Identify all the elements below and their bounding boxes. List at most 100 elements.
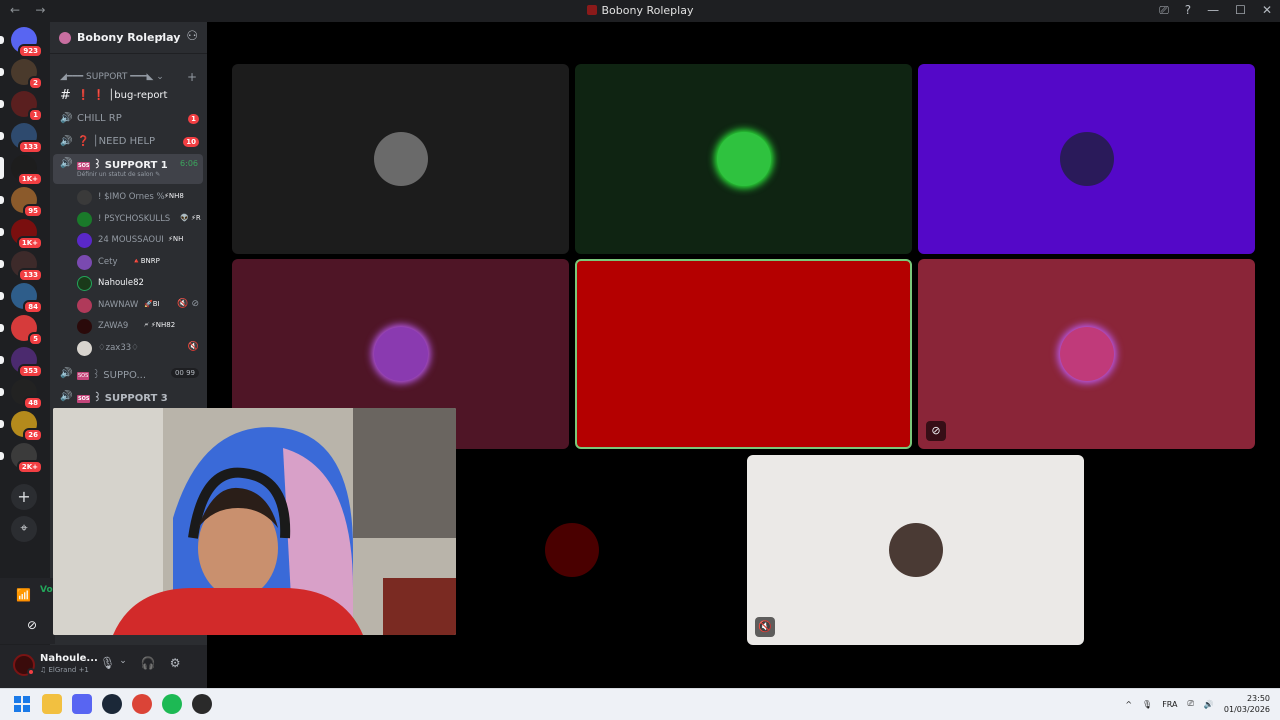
network-icon[interactable]: ⎚ [1188,699,1194,709]
maximize-icon[interactable]: ☐ [1235,3,1246,18]
voice-user-tag: 🚀BI [144,299,160,308]
server-icon-13[interactable]: 26 [0,411,43,442]
voice-user[interactable]: 24 MOUSSAOUI ⚡NH [77,231,202,251]
minimize-icon[interactable]: — [1207,3,1219,18]
avatar [77,211,92,227]
server-badge: 133 [18,140,43,154]
video-tile[interactable] [575,64,912,254]
voice-user[interactable]: ! PSYCHOSKULLS 👽 ⚡R [77,210,202,230]
volume-icon[interactable]: 🔊 [1204,700,1214,709]
server-icon-10[interactable]: 5 [0,315,43,346]
avatar [77,297,92,313]
add-channel-icon[interactable]: + [187,70,197,84]
server-icon-2[interactable]: 2 [0,59,43,90]
unread-pip [0,292,4,300]
channel-support-1[interactable]: 🔊 SOS ꒱ SUPPORT 1 6:06 Définir un statut … [53,154,203,184]
server-icon-5[interactable]: 1K+ [0,155,43,186]
voice-user[interactable]: Cety 🔺BNRP [77,253,202,273]
server-badge: 95 [23,204,43,218]
voice-user-name: 24 MOUSSAOUI [98,235,164,245]
windows-icon[interactable] [12,694,32,714]
voice-connection-panel: 📶 Voi ⊘ [0,578,56,644]
clock[interactable]: 23:50 01/03/2026 [1224,693,1270,715]
server-icon-14[interactable]: 2K+ [0,443,43,474]
add-server-button[interactable]: + [11,484,37,510]
user-activity: ♫ ElGrand +1 [40,666,89,674]
headset-icon[interactable]: 🎧 [141,656,156,670]
server-icon-4[interactable]: 133 [0,123,43,154]
user-panel: Nahoule... ♫ ElGrand +1 🎙 ⌄ 🎧 ⚙ [0,645,207,688]
inbox-icon[interactable]: ⎚ [1159,3,1169,18]
video-tile[interactable]: ⊘ [918,259,1255,449]
channel-chill-rp[interactable]: 🔊 CHILL RP 1 [53,109,203,129]
signal-icon[interactable]: 📶 [16,588,31,602]
voice-user-tag: ⚡NH [168,235,184,243]
voice-user-name: Nahoule82 [98,278,144,288]
participant-avatar [888,523,943,577]
video-off-icon[interactable]: ⊘ [27,618,37,632]
channel-support-2[interactable]: 🔊 SOS ꒱ SUPPO... 00 99 [53,364,203,384]
video-tile[interactable] [575,259,912,449]
server-icon-3[interactable]: 1 [0,91,43,122]
voice-channel-icon: 🔊 [60,136,73,147]
server-icon-9[interactable]: 84 [0,283,43,314]
channel-support-3[interactable]: 🔊 SOS ꒱ SUPPORT 3 [53,387,203,407]
video-tile[interactable]: 🔇 [747,455,1084,645]
webcam-overlay [53,408,456,635]
invite-icon[interactable]: ⚇ [186,29,198,44]
category-support[interactable]: ◢━━━ SUPPORT ━━━◣ ⌄ + [60,70,200,84]
chevron-down-icon[interactable]: ⌄ [119,656,127,670]
video-tile[interactable] [232,64,569,254]
explorer-icon[interactable] [42,694,62,714]
sos-badge: SOS [77,395,91,403]
participant-avatar [373,132,428,186]
muted-icon: 🔇 [187,341,199,352]
category-label: ◢━━━ SUPPORT ━━━◣ [60,72,154,82]
participant-avatar [1059,327,1114,381]
server-icon-7[interactable]: 1K+ [0,219,43,250]
microphone-icon[interactable]: 🎙 [100,656,115,670]
obs-icon[interactable] [192,694,212,714]
spotify-icon[interactable] [162,694,182,714]
voice-user[interactable]: NAWNAW 🚀BI 🔇 ⊘ [77,296,202,316]
clock-date: 01/03/2026 [1223,705,1270,714]
channel-label-text: ꒱ SUPPORT 3 [93,393,168,404]
unread-pip [0,420,4,428]
discord-icon[interactable] [72,694,92,714]
help-icon[interactable]: ? [1185,3,1191,18]
channel-label: CHILL RP [77,113,122,124]
channel-bug-report[interactable]: # ❗ ❗ │bug-report [53,86,203,106]
settings-icon[interactable]: ⚙ [170,656,181,670]
tray-mic-icon[interactable]: 🎙 [1142,700,1152,709]
participant-avatar [716,132,771,186]
voice-user[interactable]: ♢zax33♢ 🔇 [77,339,202,359]
server-icon-12[interactable]: 48 [0,379,43,410]
username[interactable]: Nahoule... [40,653,98,664]
tray-chevron-icon[interactable]: ^ [1125,700,1132,709]
channel-need-help[interactable]: 🔊 ❓ │NEED HELP 10 [53,132,203,152]
server-badge: 2K+ [16,460,43,474]
muted-icon: 🔇 ⊘ [177,298,199,309]
chevron-down-icon[interactable]: ⌄ [158,30,166,40]
participant-avatar [373,327,428,381]
video-tile[interactable] [918,64,1255,254]
participant-avatar [544,523,599,577]
steam-icon[interactable] [102,694,122,714]
unread-pip [0,157,4,179]
tile-status-icon: ⊘ [926,421,946,441]
channel-status[interactable]: Définir un statut de salon ✎ [77,171,160,178]
voice-user[interactable]: ! $IMO Ornes % ⚡NH8 [77,188,202,208]
server-icon-11[interactable]: 353 [0,347,43,378]
language-indicator[interactable]: FRA [1162,700,1177,709]
unread-pip [0,260,4,268]
server-icon-8[interactable]: 133 [0,251,43,282]
close-icon[interactable]: ✕ [1262,3,1272,18]
chrome-icon[interactable] [132,694,152,714]
discover-icon[interactable]: ⌖ [11,516,37,542]
server-icon-1[interactable]: 923 [0,27,43,58]
server-icon-6[interactable]: 95 [0,187,43,218]
server-header[interactable]: Bobony Roleplay ⌄ ⚇ [50,22,207,54]
voice-user[interactable]: Nahoule82 [77,274,202,294]
voice-user-name: ! $IMO Ornes % [98,192,165,202]
voice-user[interactable]: ZAWA9 🗲 ⚡NH82 [77,317,202,337]
